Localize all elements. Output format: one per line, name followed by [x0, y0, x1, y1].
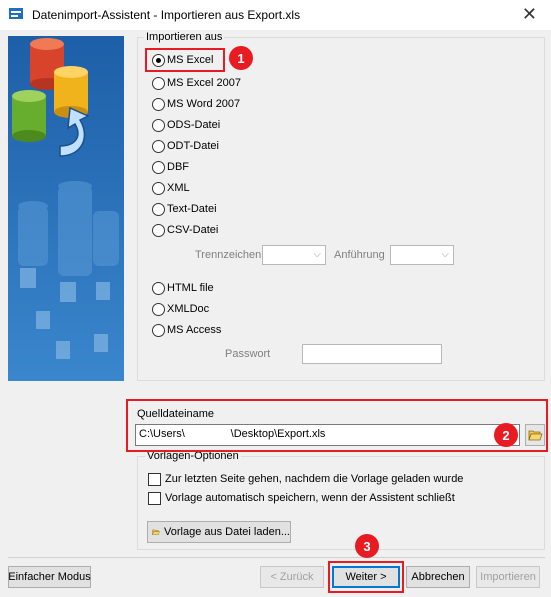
radio-label: Text-Datei — [167, 203, 217, 215]
load-template-label: Vorlage aus Datei laden... — [164, 526, 290, 538]
radio-label: ODS-Datei — [167, 119, 221, 131]
password-input[interactable] — [302, 344, 442, 364]
radio-dot[interactable] — [152, 76, 165, 90]
simple-mode-button[interactable]: Einfacher Modus — [8, 566, 91, 588]
radio-csv[interactable]: CSV-Datei — [152, 222, 218, 238]
window-title: Datenimport-Assistent - Importieren aus … — [32, 8, 301, 22]
title-bar: Datenimport-Assistent - Importieren aus … — [0, 0, 551, 30]
radio-dot[interactable] — [152, 323, 165, 337]
radio-label: CSV-Datei — [167, 224, 219, 236]
radio-dbf[interactable]: DBF — [152, 159, 189, 175]
radio-dot[interactable] — [152, 223, 165, 237]
radio-label: ODT-Datei — [167, 140, 219, 152]
radio-dot[interactable] — [152, 202, 165, 216]
radio-label: MS Word 2007 — [167, 98, 241, 110]
radio-label: HTML file — [167, 282, 214, 294]
chevron-down-icon: ⌵ — [313, 249, 321, 260]
radio-label: MS Excel 2007 — [167, 77, 241, 89]
checkbox-box[interactable] — [148, 472, 161, 486]
radio-ms-access[interactable]: MS Access — [152, 322, 221, 338]
back-button[interactable]: < Zurück — [260, 566, 324, 588]
radio-ms-word-2007[interactable]: MS Word 2007 — [152, 96, 240, 112]
radio-dot[interactable] — [152, 118, 165, 132]
close-icon[interactable]: ✕ — [522, 4, 537, 24]
highlight-next-button — [328, 561, 404, 593]
annotation-badge-2: 2 — [494, 423, 518, 447]
quote-label: Anführung — [334, 249, 385, 261]
radio-label: XML — [167, 182, 190, 194]
radio-dot[interactable] — [152, 139, 165, 153]
chevron-down-icon: ⌵ — [441, 249, 449, 260]
radio-ms-excel-2007[interactable]: MS Excel 2007 — [152, 75, 241, 91]
import-button[interactable]: Importieren — [476, 566, 540, 588]
radio-odt[interactable]: ODT-Datei — [152, 138, 219, 154]
radio-dot[interactable] — [152, 181, 165, 195]
go-to-last-page-checkbox[interactable]: Zur letzten Seite gehen, nachdem die Vor… — [148, 471, 463, 487]
radio-xml[interactable]: XML — [152, 180, 190, 196]
cancel-button[interactable]: Abbrechen — [406, 566, 470, 588]
radio-label: XMLDoc — [167, 303, 210, 315]
radio-label: DBF — [167, 161, 189, 173]
checkbox-label: Zur letzten Seite gehen, nachdem die Vor… — [165, 473, 464, 485]
separator-select[interactable]: ⌵ — [262, 245, 326, 265]
radio-html[interactable]: HTML file — [152, 280, 214, 296]
import-from-label: Importieren aus — [144, 31, 225, 43]
radio-dot[interactable] — [152, 160, 165, 174]
app-icon — [8, 6, 24, 22]
radio-dot[interactable] — [152, 302, 165, 316]
highlight-source-filename — [126, 399, 548, 452]
autosave-template-checkbox[interactable]: Vorlage automatisch speichern, wenn der … — [148, 490, 455, 506]
radio-ods[interactable]: ODS-Datei — [152, 117, 220, 133]
footer-separator — [8, 557, 545, 558]
radio-dot[interactable] — [152, 97, 165, 111]
checkbox-label: Vorlage automatisch speichern, wenn der … — [165, 492, 455, 504]
radio-label: MS Access — [167, 324, 222, 336]
highlight-ms-excel — [145, 48, 225, 72]
checkbox-box[interactable] — [148, 491, 161, 505]
annotation-badge-1: 1 — [229, 46, 253, 70]
password-label: Passwort — [225, 348, 271, 360]
quote-select[interactable]: ⌵ — [390, 245, 454, 265]
separator-label: Trennzeichen — [195, 249, 262, 261]
wizard-banner-image — [8, 36, 124, 381]
annotation-badge-3: 3 — [355, 534, 379, 558]
radio-dot[interactable] — [152, 281, 165, 295]
radio-text[interactable]: Text-Datei — [152, 201, 217, 217]
radio-xmldoc[interactable]: XMLDoc — [152, 301, 209, 317]
load-template-button[interactable]: Vorlage aus Datei laden... — [147, 521, 291, 543]
folder-open-icon — [152, 529, 160, 535]
